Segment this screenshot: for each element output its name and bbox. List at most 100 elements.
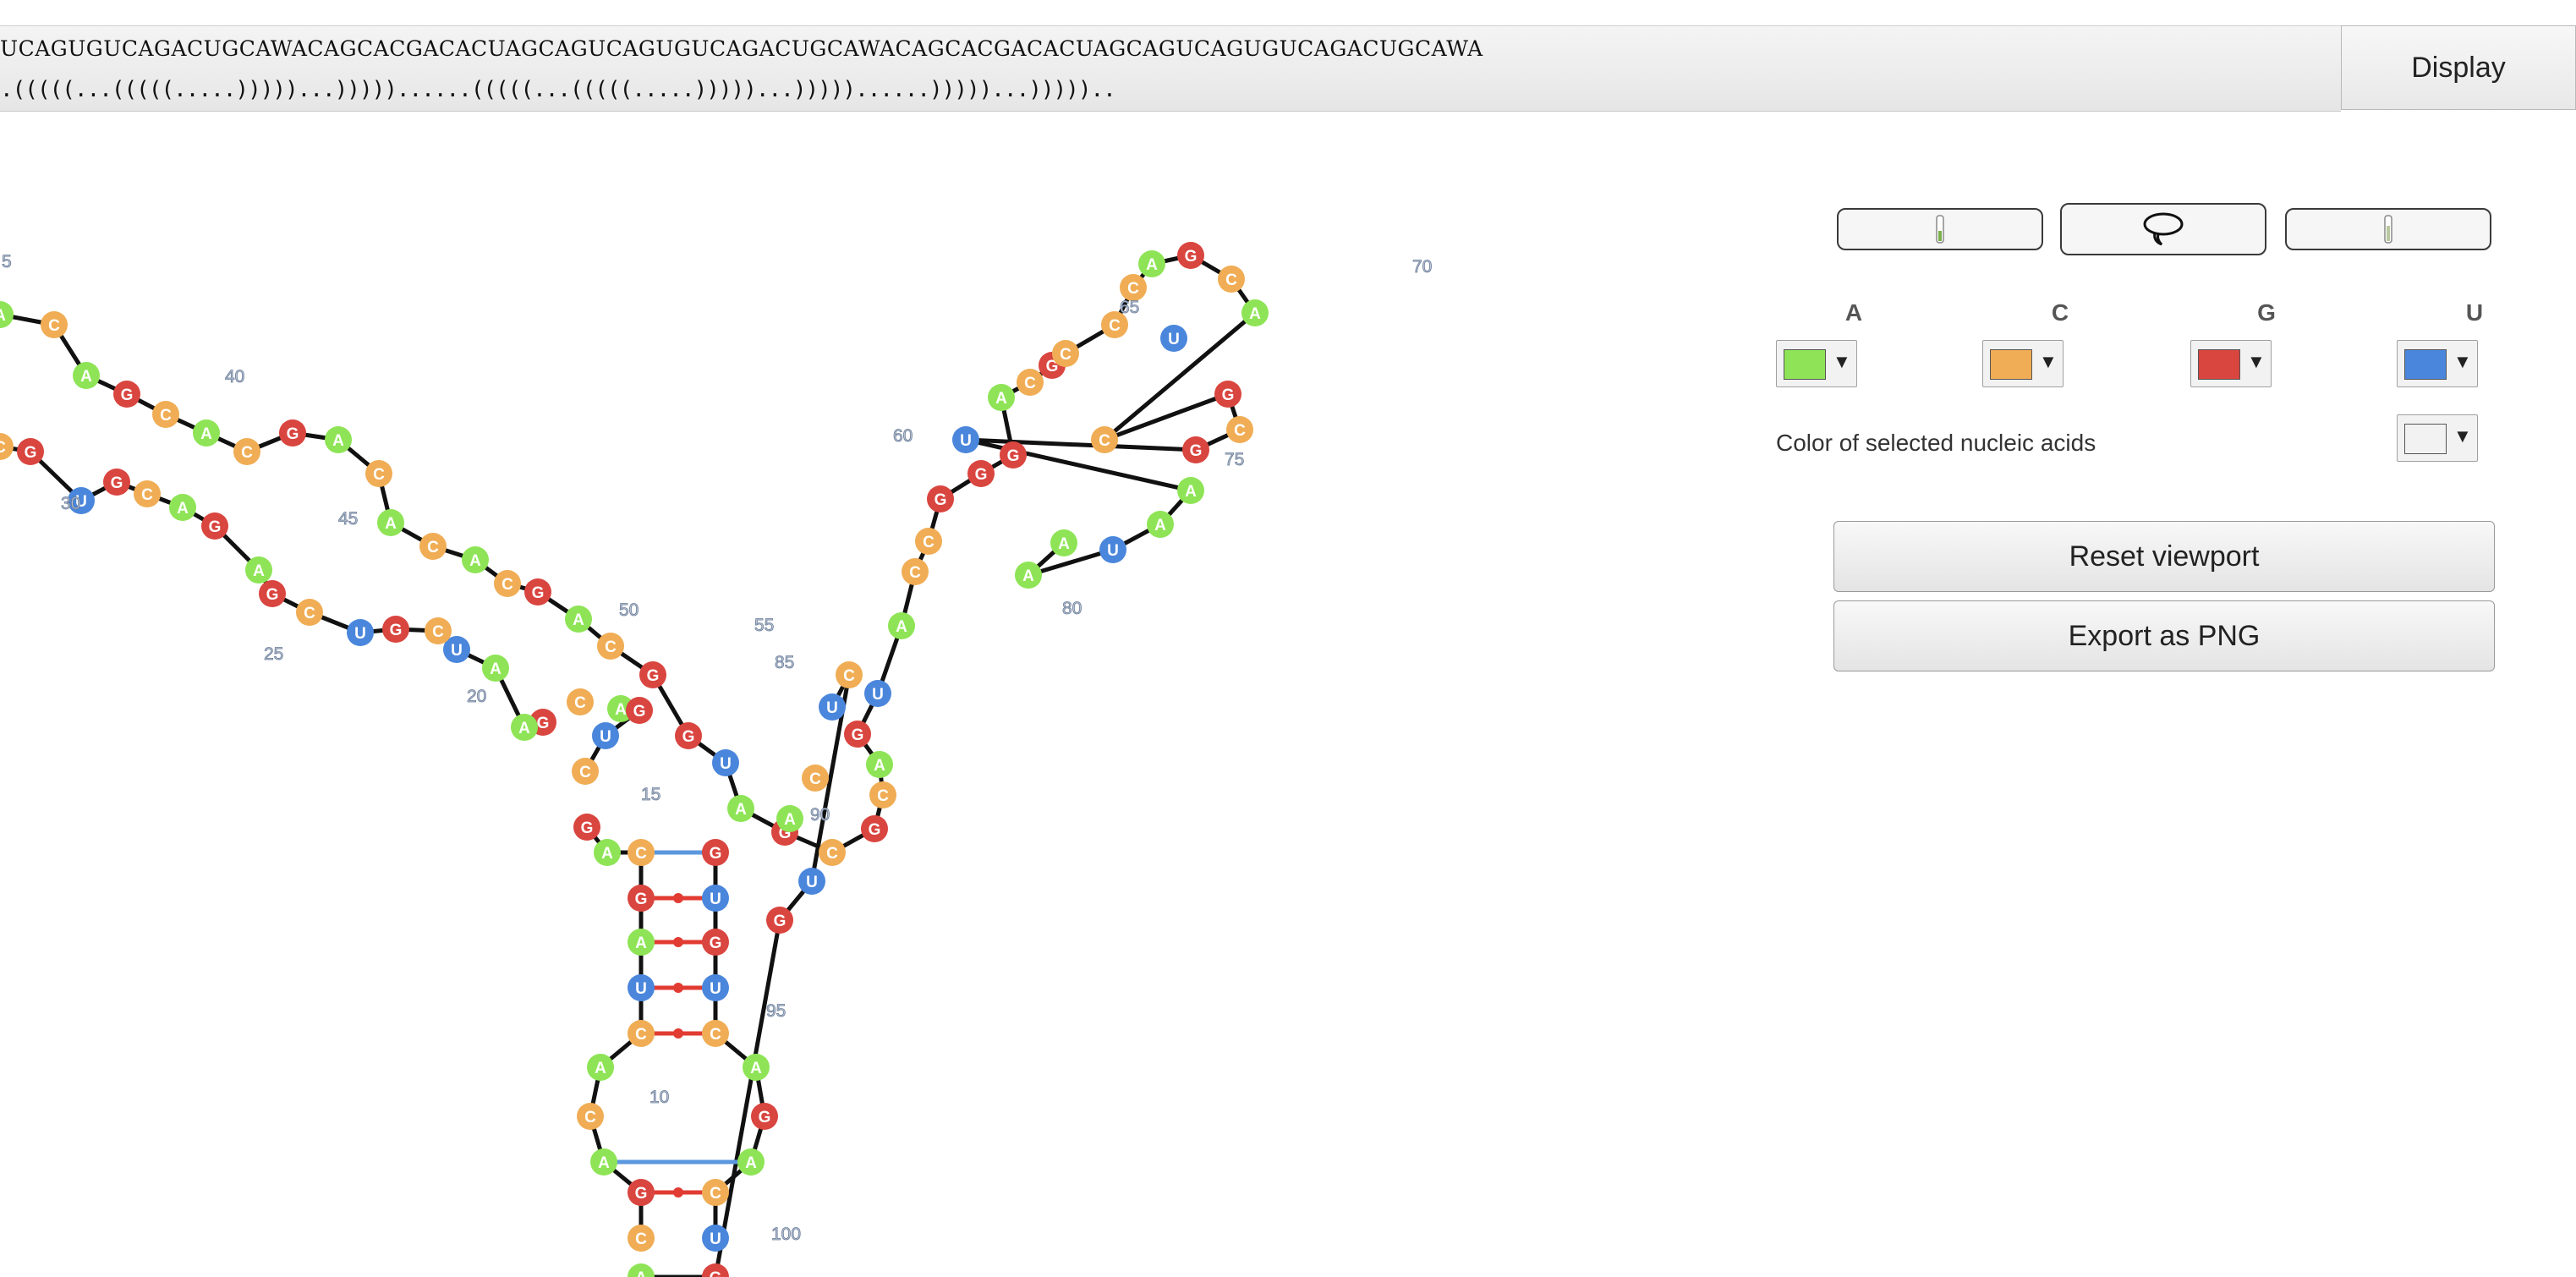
nucleotide-g[interactable]: G: [702, 839, 729, 866]
nucleotide-c[interactable]: C: [567, 688, 594, 715]
nucleotide-g[interactable]: G: [766, 907, 793, 934]
nucleotide-g[interactable]: G: [17, 438, 44, 465]
nucleotide-a[interactable]: A: [1147, 511, 1174, 538]
nucleotide-u[interactable]: U: [347, 619, 374, 646]
sequence-text[interactable]: UCAGUGUCAGACUGCAWACAGCACGACACUAGCAGUCAGU…: [0, 36, 1483, 61]
nucleotide-c[interactable]: C: [41, 311, 68, 338]
nucleotide-g[interactable]: G: [628, 1179, 655, 1206]
nucleotide-a[interactable]: A: [565, 606, 592, 633]
color-picker-u[interactable]: ▼: [2397, 340, 2478, 387]
nucleotide-a[interactable]: A: [1015, 562, 1042, 589]
nucleotide-a[interactable]: A: [590, 1148, 617, 1176]
nucleotide-c[interactable]: C: [572, 758, 599, 785]
nucleotide-g[interactable]: G: [1177, 242, 1204, 269]
nucleotide-g[interactable]: G: [113, 381, 140, 408]
nucleotide-a[interactable]: A: [743, 1054, 770, 1081]
nucleotide-c[interactable]: C: [902, 558, 929, 585]
nucleotide-c[interactable]: C: [836, 661, 863, 688]
nucleotide-c[interactable]: C: [577, 1103, 604, 1130]
nucleotide-c[interactable]: C: [869, 781, 896, 808]
nucleotide-a[interactable]: A: [1177, 477, 1204, 504]
nucleotide-a[interactable]: A: [482, 655, 509, 682]
nucleotide-c[interactable]: C: [1218, 266, 1245, 293]
nucleotide-c[interactable]: C: [702, 1179, 729, 1206]
color-picker-c[interactable]: ▼: [1982, 340, 2064, 387]
nucleotide-a[interactable]: A: [462, 546, 489, 573]
nucleotide-u[interactable]: U: [702, 974, 729, 1001]
nucleotide-a[interactable]: A: [888, 612, 915, 639]
nucleotide-u[interactable]: U: [864, 680, 891, 707]
nucleotide-g[interactable]: G: [702, 1263, 729, 1277]
nucleotide-g[interactable]: G: [573, 814, 600, 841]
nucleotide-u[interactable]: U: [702, 1225, 729, 1252]
nucleotide-g[interactable]: G: [967, 460, 995, 487]
rna-structure-canvas[interactable]: ACAGCACGACACACGACGGUAGCGCAGUACCGGGUACGCA…: [0, 110, 1725, 1277]
nucleotide-g[interactable]: G: [639, 661, 666, 688]
nucleotide-g[interactable]: G: [626, 697, 653, 724]
nucleotide-c[interactable]: C: [233, 438, 260, 465]
nucleotide-g[interactable]: G: [628, 885, 655, 912]
nucleotide-c[interactable]: C: [419, 533, 447, 560]
nucleotide-u[interactable]: U: [798, 868, 825, 895]
structure-text[interactable]: .(((((...(((((.....)))))...)))))......((…: [0, 77, 1116, 102]
nucleotide-g[interactable]: G: [702, 929, 729, 956]
sequence-input-bar[interactable]: UCAGUGUCAGACUGCAWACAGCACGACACUAGCAGUCAGU…: [0, 25, 2341, 112]
nucleotide-a[interactable]: A: [73, 362, 100, 389]
nucleotide-c[interactable]: C: [628, 1020, 655, 1047]
nucleotide-u[interactable]: U: [819, 693, 846, 721]
nucleotide-a[interactable]: A: [193, 419, 220, 447]
nucleotide-g[interactable]: G: [861, 815, 888, 842]
nucleotide-g[interactable]: G: [675, 722, 702, 749]
nucleotide-g[interactable]: G: [1000, 441, 1027, 469]
nucleotide-c[interactable]: C: [1017, 369, 1044, 396]
nucleotide-a[interactable]: A: [737, 1148, 765, 1176]
nucleotide-u[interactable]: U: [712, 749, 739, 776]
thermometer-tool-button-2[interactable]: [2285, 208, 2491, 250]
nucleotide-c[interactable]: C: [819, 839, 846, 866]
nucleotide-u[interactable]: U: [592, 722, 619, 749]
nucleotide-c[interactable]: C: [1091, 426, 1118, 453]
color-picker-g[interactable]: ▼: [2190, 340, 2272, 387]
nucleotide-a[interactable]: A: [988, 384, 1015, 411]
nucleotide-a[interactable]: A: [511, 714, 538, 741]
nucleotide-u[interactable]: U: [1099, 536, 1126, 563]
nucleotide-c[interactable]: C: [915, 528, 942, 555]
reset-viewport-button[interactable]: Reset viewport: [1833, 521, 2495, 592]
nucleotide-c[interactable]: C: [494, 570, 521, 597]
nucleotide-c[interactable]: C: [0, 433, 14, 460]
nucleotide-a[interactable]: A: [628, 1263, 655, 1277]
nucleotide-g[interactable]: G: [1214, 381, 1241, 408]
nucleotide-c[interactable]: C: [628, 1225, 655, 1252]
thermometer-tool-button[interactable]: [1837, 208, 2043, 250]
nucleotide-a[interactable]: A: [587, 1054, 614, 1081]
nucleotide-g[interactable]: G: [751, 1103, 778, 1130]
nucleotide-c[interactable]: C: [425, 617, 452, 644]
nucleotide-g[interactable]: G: [927, 485, 954, 512]
nucleotide-a[interactable]: A: [325, 426, 352, 453]
nucleotide-c[interactable]: C: [134, 480, 161, 507]
nucleotide-a[interactable]: A: [594, 839, 621, 866]
nucleotide-a[interactable]: A: [0, 301, 14, 328]
nucleotide-c[interactable]: C: [152, 401, 179, 428]
nucleotide-a[interactable]: A: [776, 805, 803, 832]
nucleotide-g[interactable]: G: [1182, 436, 1209, 463]
color-picker-selected[interactable]: ▼: [2397, 414, 2478, 462]
nucleotide-c[interactable]: C: [628, 839, 655, 866]
nucleotide-c[interactable]: C: [365, 460, 392, 487]
nucleotide-g[interactable]: G: [279, 419, 306, 447]
nucleotide-c[interactable]: C: [802, 765, 829, 792]
nucleotide-c[interactable]: C: [1052, 340, 1079, 367]
nucleotide-a[interactable]: A: [377, 509, 404, 536]
nucleotide-g[interactable]: G: [844, 721, 871, 748]
nucleotide-a[interactable]: A: [727, 795, 754, 822]
nucleotide-u[interactable]: U: [1160, 325, 1187, 352]
nucleotide-a[interactable]: A: [866, 751, 893, 778]
nucleotide-g[interactable]: G: [201, 512, 228, 540]
nucleotide-a[interactable]: A: [1050, 529, 1077, 556]
nucleotide-a[interactable]: A: [1138, 250, 1165, 277]
nucleotide-c[interactable]: C: [702, 1020, 729, 1047]
nucleotide-c[interactable]: C: [597, 633, 624, 660]
color-picker-a[interactable]: ▼: [1776, 340, 1857, 387]
export-png-button[interactable]: Export as PNG: [1833, 600, 2495, 671]
lasso-tool-button[interactable]: [2060, 203, 2266, 255]
